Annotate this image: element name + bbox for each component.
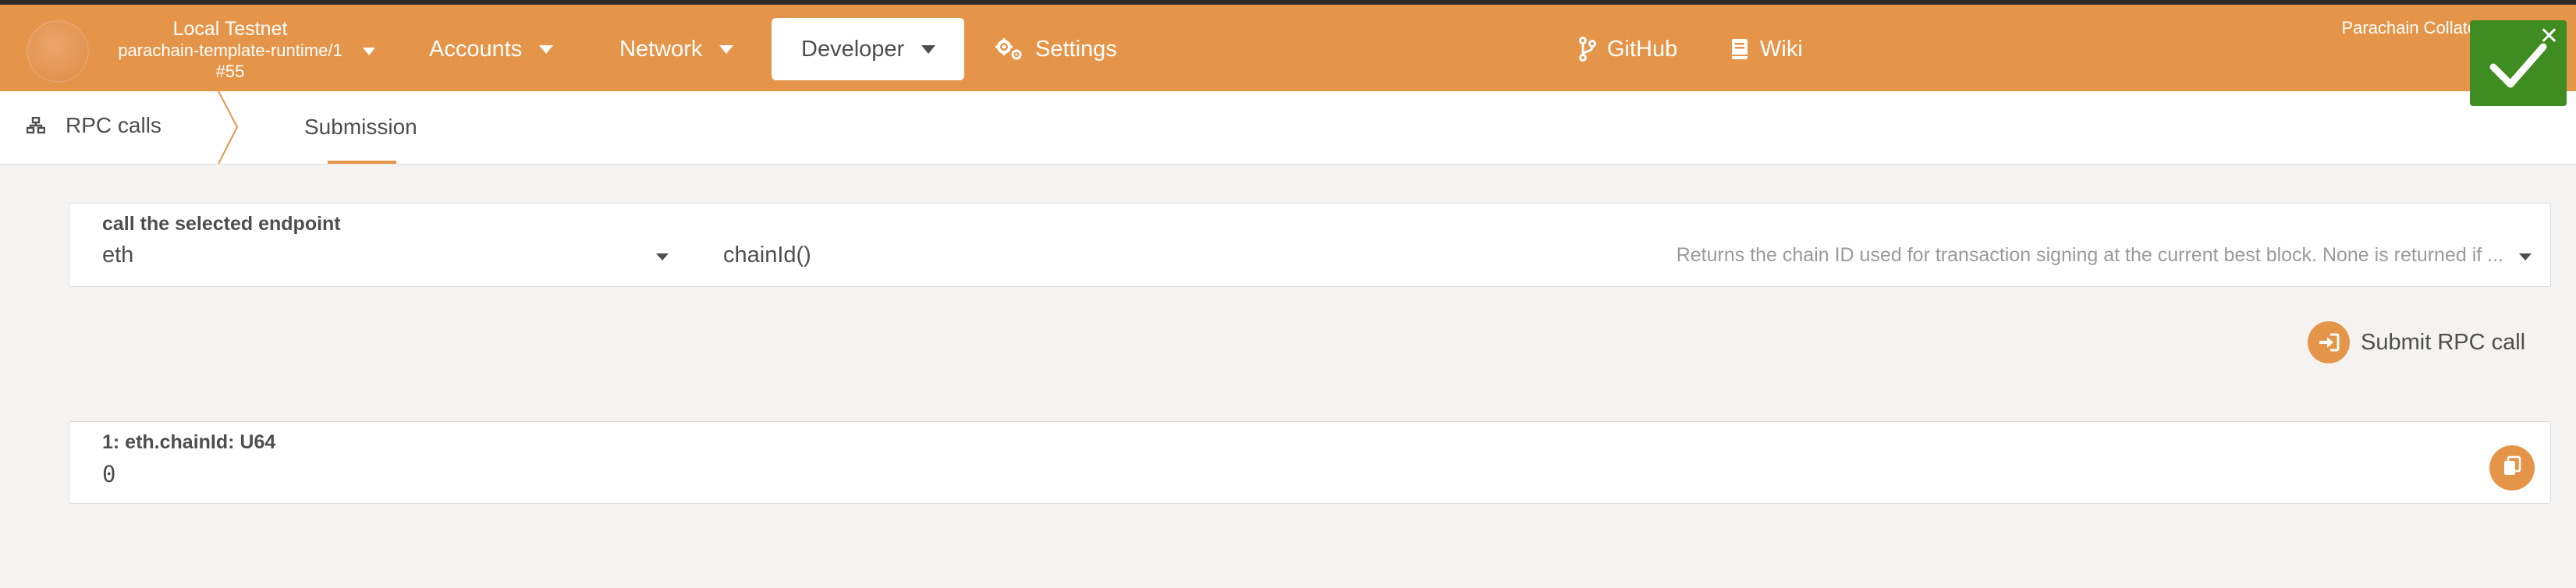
block-number: #55 xyxy=(215,62,245,81)
chain-selector[interactable]: Local Testnet parachain-template-runtime… xyxy=(101,18,375,82)
endpoint-label: call the selected endpoint xyxy=(102,213,341,235)
tab-rpc-calls[interactable]: RPC calls xyxy=(27,113,161,138)
nav-developer-label: Developer xyxy=(801,36,905,62)
nav-network-label: Network xyxy=(619,36,703,62)
checkmark-icon xyxy=(2487,37,2549,96)
tab-rpc-calls-label: RPC calls xyxy=(66,113,161,137)
active-tab-indicator xyxy=(328,161,396,164)
nav-network[interactable]: Network xyxy=(590,18,763,80)
nav-wiki[interactable]: Wiki xyxy=(1701,18,1833,80)
chevron-down-icon xyxy=(363,48,375,55)
chevron-down-icon xyxy=(656,253,669,260)
nav-accounts-label: Accounts xyxy=(429,36,523,62)
chevron-down-icon xyxy=(539,44,554,54)
nav-github[interactable]: GitHub xyxy=(1549,18,1707,80)
nav-wiki-label: Wiki xyxy=(1760,36,1803,62)
tab-submission-label: Submission xyxy=(304,115,417,139)
chevron-down-icon xyxy=(719,44,734,54)
nav-settings-label: Settings xyxy=(1035,36,1117,62)
gears-icon xyxy=(995,37,1024,61)
method-description: Returns the chain ID used for transactio… xyxy=(1676,244,2503,266)
chain-name: Local Testnet xyxy=(172,18,288,40)
nav-github-label: GitHub xyxy=(1607,36,1678,62)
nav-settings[interactable]: Settings xyxy=(965,18,1147,80)
tab-submission[interactable]: Submission xyxy=(304,115,417,140)
section-value: eth xyxy=(102,243,134,267)
book-icon xyxy=(1730,37,1749,61)
rpc-result-output: 1: eth.chainId: U64 0 xyxy=(69,421,2551,504)
success-notification[interactable]: ✕ xyxy=(2470,20,2567,106)
chain-logo[interactable] xyxy=(27,20,89,83)
chevron-down-icon xyxy=(2519,253,2532,260)
nav-developer[interactable]: Developer xyxy=(772,18,964,80)
top-navigation-bar: Local Testnet parachain-template-runtime… xyxy=(0,5,2576,91)
code-branch-icon xyxy=(1579,37,1596,62)
sign-in-icon xyxy=(2308,321,2350,363)
submit-rpc-call-label: Submit RPC call xyxy=(2361,329,2526,355)
breadcrumb-separator xyxy=(218,91,239,164)
copy-button[interactable] xyxy=(2489,445,2535,491)
submit-rpc-call-button[interactable]: Submit RPC call xyxy=(2308,321,2525,363)
sub-navigation-tabs: RPC calls Submission xyxy=(0,91,2576,165)
sitemap-icon xyxy=(27,117,45,134)
endpoint-selector: call the selected endpoint eth chainId()… xyxy=(69,203,2551,287)
result-label: 1: eth.chainId: U64 xyxy=(102,431,276,453)
chevron-down-icon xyxy=(921,44,936,54)
runtime-version: parachain-template-runtime/1 xyxy=(118,41,342,60)
copy-icon xyxy=(2502,455,2522,481)
nav-accounts[interactable]: Accounts xyxy=(399,18,583,80)
method-value: chainId() xyxy=(723,243,811,267)
result-value: 0 xyxy=(102,461,116,487)
